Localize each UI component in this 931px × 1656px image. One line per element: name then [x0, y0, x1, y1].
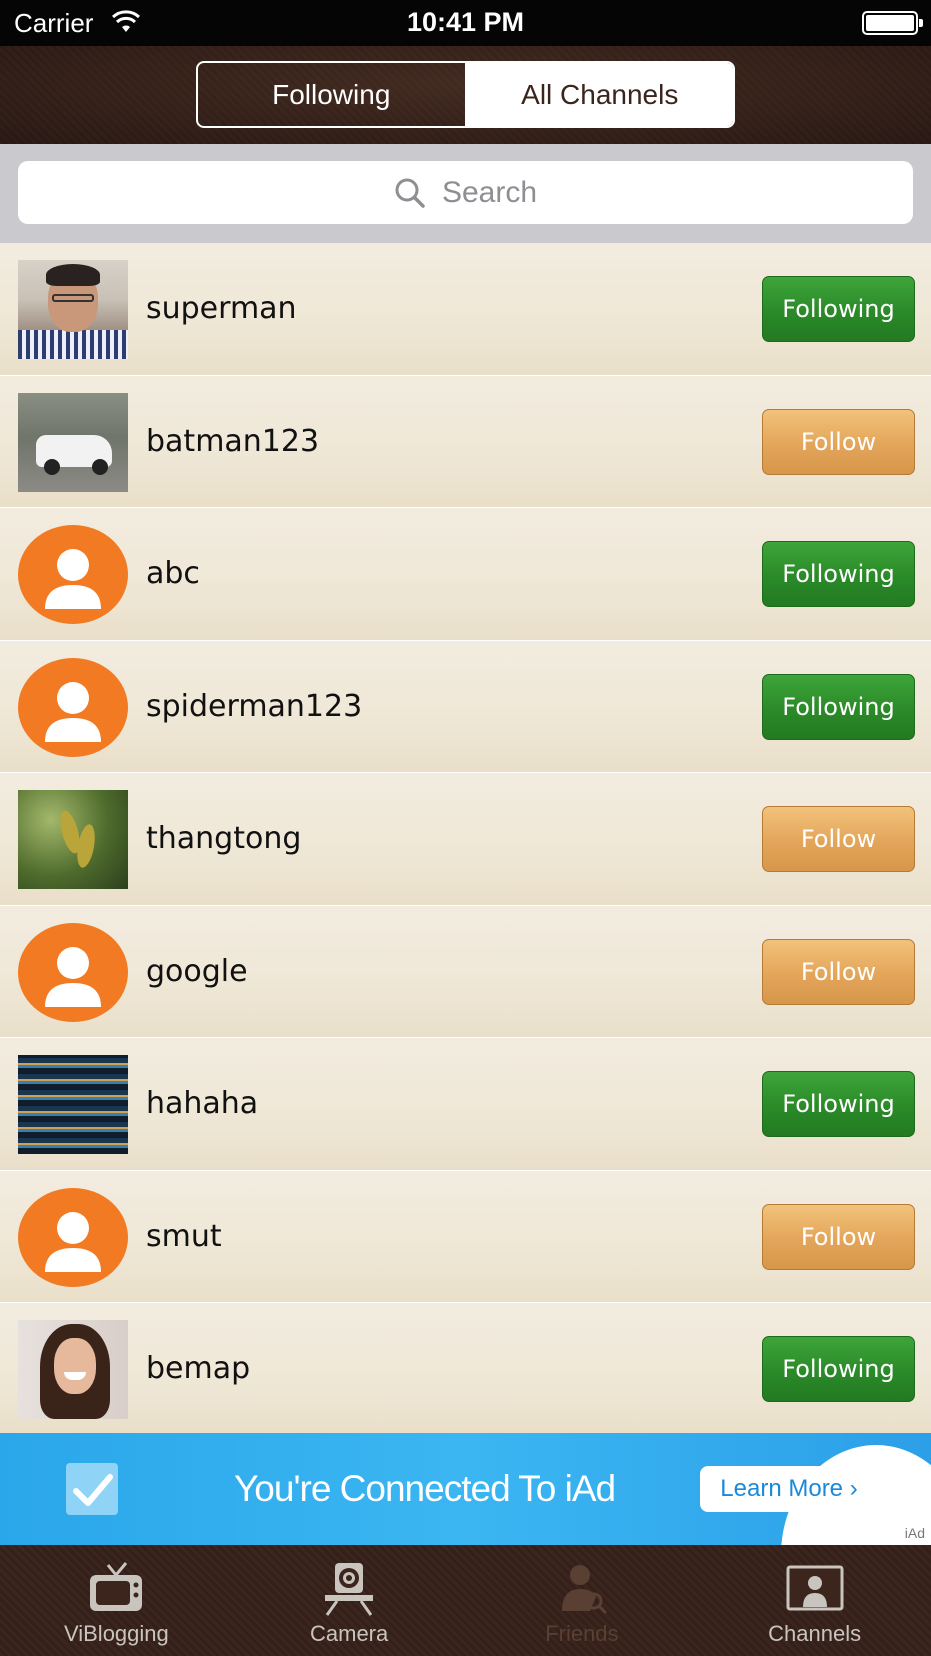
avatar: [18, 790, 128, 889]
following-button[interactable]: Following: [762, 1336, 915, 1402]
channel-name: hahaha: [146, 1086, 259, 1121]
tab-label: Camera: [310, 1621, 389, 1646]
default-avatar-icon: [18, 657, 128, 757]
list-item[interactable]: bemap Following: [0, 1303, 931, 1433]
following-button[interactable]: Following: [762, 1071, 915, 1137]
list-item[interactable]: thangtong Follow: [0, 773, 931, 906]
tab-bar: ViBlogging Camera Friends Channels: [0, 1545, 931, 1656]
channel-name: batman123: [146, 423, 320, 459]
avatar: [18, 260, 128, 359]
channel-segmented-control: Following All Channels: [196, 61, 735, 128]
segment-all-channels[interactable]: All Channels: [466, 63, 733, 126]
follow-button[interactable]: Follow: [762, 938, 915, 1005]
follow-button[interactable]: Follow: [762, 1203, 915, 1270]
tab-friends[interactable]: Friends: [466, 1545, 699, 1656]
friends-icon: [561, 1565, 607, 1615]
tab-label: ViBlogging: [63, 1621, 169, 1646]
camera-icon: [325, 1563, 374, 1616]
search-icon: [395, 178, 425, 208]
channel-list: superman Following batman123 Follow abc …: [0, 243, 931, 1433]
iad-label: iAd: [904, 1525, 925, 1541]
default-avatar-icon: [18, 525, 128, 624]
tab-viblogging[interactable]: ViBlogging: [0, 1545, 233, 1656]
follow-button[interactable]: Follow: [762, 408, 915, 475]
list-item[interactable]: google Follow: [0, 905, 931, 1038]
list-item[interactable]: smut Follow: [0, 1170, 931, 1303]
list-item[interactable]: spiderman123 Following: [0, 640, 931, 773]
following-button[interactable]: Following: [762, 673, 915, 740]
follow-button[interactable]: Follow: [762, 806, 915, 872]
channel-name: thangtong: [146, 821, 302, 856]
tab-channels[interactable]: Channels: [698, 1545, 931, 1656]
avatar: [18, 1320, 128, 1419]
header: Following All Channels: [0, 46, 931, 144]
list-item[interactable]: abc Following: [0, 508, 931, 641]
avatar: [18, 1055, 128, 1154]
following-button[interactable]: Following: [762, 276, 915, 342]
learn-more-button[interactable]: Learn More ›: [700, 1466, 878, 1512]
tv-icon: [90, 1562, 143, 1611]
following-button[interactable]: Following: [762, 541, 915, 607]
default-avatar-icon: [18, 922, 128, 1022]
tab-camera[interactable]: Camera: [233, 1545, 466, 1656]
list-item[interactable]: batman123 Follow: [0, 375, 931, 508]
battery-icon: [862, 11, 923, 35]
status-bar: Carrier 10:41 PM: [0, 0, 931, 46]
avatar: [18, 392, 128, 492]
tab-label: Friends: [545, 1621, 619, 1646]
default-avatar-icon: [18, 1187, 128, 1287]
list-item[interactable]: hahaha Following: [0, 1038, 931, 1171]
list-item[interactable]: superman Following: [0, 243, 931, 376]
channel-name: spiderman123: [146, 688, 363, 724]
channel-name: abc: [146, 556, 200, 591]
status-time: 10:41 PM: [406, 7, 525, 37]
channel-name: bemap: [146, 1351, 251, 1386]
tab-label: Channels: [768, 1621, 862, 1646]
segment-following[interactable]: Following: [198, 63, 467, 126]
channel-name: superman: [146, 291, 297, 326]
channel-name: google: [146, 953, 248, 989]
search-placeholder: Search: [441, 175, 538, 209]
search-input[interactable]: Search: [18, 161, 913, 224]
ad-banner[interactable]: You're Connected To iAd Learn More › iAd: [0, 1433, 931, 1545]
search-bar: Search: [0, 144, 931, 243]
channels-icon: [786, 1565, 844, 1611]
ad-headline: You're Connected To iAd: [234, 1468, 616, 1509]
checkmark-icon: [66, 1463, 118, 1515]
channel-name: smut: [146, 1218, 222, 1254]
